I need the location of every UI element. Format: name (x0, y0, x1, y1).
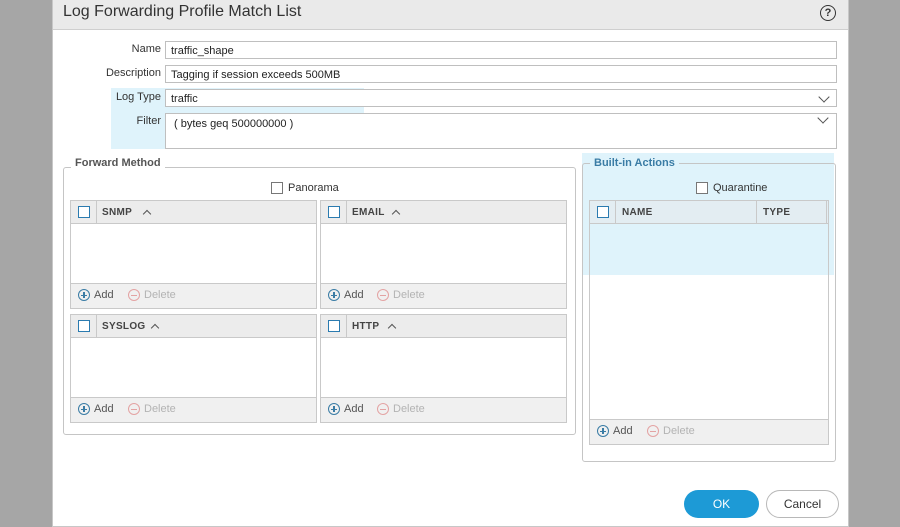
plus-icon (78, 289, 90, 301)
sort-up-icon[interactable] (387, 323, 397, 333)
grid-header: EMAIL (321, 201, 566, 224)
forward-method-legend: Forward Method (71, 157, 165, 169)
filter-value: ( bytes geq 500000000 ) (174, 118, 294, 130)
description-label: Description (105, 67, 161, 79)
select-all-checkbox[interactable] (78, 206, 90, 218)
sort-up-icon[interactable] (150, 323, 160, 333)
log-type-value: traffic (171, 93, 198, 105)
builtin-actions-legend: Built-in Actions (590, 157, 679, 169)
name-column-header[interactable]: NAME (622, 207, 653, 218)
grid-title[interactable]: SYSLOG (102, 321, 145, 332)
plus-icon (328, 289, 340, 301)
grid-title[interactable]: SNMP (102, 207, 132, 218)
select-all-checkbox[interactable] (78, 320, 90, 332)
dialog-title: Log Forwarding Profile Match List (63, 3, 302, 20)
snmp-grid: SNMP Add Delete (70, 200, 317, 309)
email-grid: EMAIL Add Delete (320, 200, 567, 309)
log-type-label: Log Type (115, 91, 161, 103)
grid-footer: Add Delete (590, 419, 828, 444)
plus-icon (597, 425, 609, 437)
grid-footer: Add Delete (71, 397, 316, 422)
minus-icon (647, 425, 659, 437)
grid-header: HTTP (321, 315, 566, 338)
select-all-checkbox[interactable] (328, 320, 340, 332)
select-all-cell (321, 201, 347, 223)
plus-icon (328, 403, 340, 415)
syslog-grid: SYSLOG Add Delete (70, 314, 317, 423)
select-all-cell (71, 201, 97, 223)
quarantine-label: Quarantine (713, 182, 768, 194)
select-all-cell (321, 315, 347, 337)
grid-footer: Add Delete (71, 283, 316, 308)
filter-label: Filter (136, 115, 161, 127)
grid-footer: Add Delete (321, 397, 566, 422)
description-input[interactable]: Tagging if session exceeds 500MB (165, 65, 837, 83)
column-divider (756, 201, 757, 223)
http-grid: HTTP Add Delete (320, 314, 567, 423)
select-all-cell (71, 315, 97, 337)
log-forwarding-dialog: Log Forwarding Profile Match List ? Name… (52, 0, 849, 527)
type-column-header[interactable]: TYPE (763, 207, 790, 218)
log-type-select[interactable]: traffic (165, 89, 837, 107)
column-divider (826, 201, 827, 223)
plus-icon (78, 403, 90, 415)
minus-icon (377, 289, 389, 301)
select-all-checkbox[interactable] (328, 206, 340, 218)
builtin-actions-grid: NAME TYPE Add Delete (589, 200, 829, 445)
minus-icon (128, 289, 140, 301)
name-label: Name (131, 43, 161, 55)
grid-body (590, 224, 828, 419)
help-icon[interactable]: ? (820, 5, 836, 21)
minus-icon (128, 403, 140, 415)
filter-input[interactable]: ( bytes geq 500000000 ) (165, 113, 837, 149)
grid-footer: Add Delete (321, 283, 566, 308)
grid-header: SYSLOG (71, 315, 316, 338)
grid-header: NAME TYPE (590, 201, 828, 224)
cancel-button[interactable]: Cancel (766, 490, 839, 518)
name-input[interactable]: traffic_shape (165, 41, 837, 59)
grid-title[interactable]: HTTP (352, 321, 379, 332)
sort-up-icon[interactable] (142, 209, 152, 219)
select-all-checkbox[interactable] (597, 206, 609, 218)
grid-header: SNMP (71, 201, 316, 224)
grid-title[interactable]: EMAIL (352, 207, 385, 218)
ok-button[interactable]: OK (684, 490, 759, 518)
quarantine-checkbox[interactable] (696, 182, 708, 194)
sort-up-icon[interactable] (391, 209, 401, 219)
minus-icon (377, 403, 389, 415)
select-all-cell (590, 201, 616, 223)
screen: Log Forwarding Profile Match List ? Name… (0, 0, 900, 527)
panorama-checkbox[interactable] (271, 182, 283, 194)
title-bar: Log Forwarding Profile Match List ? (53, 0, 848, 30)
panorama-label: Panorama (288, 182, 339, 194)
